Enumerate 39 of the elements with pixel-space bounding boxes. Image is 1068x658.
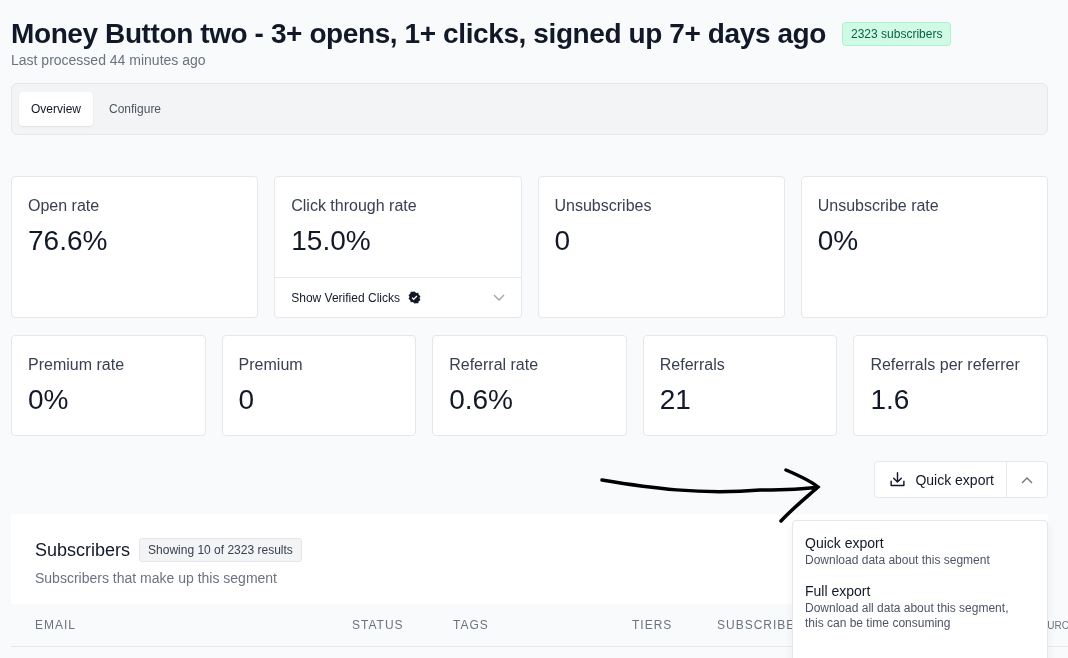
chevron-up-icon [1021,475,1033,484]
stat-label: Unsubscribe rate [817,197,940,215]
results-count-badge: Showing 10 of 2323 results [139,538,302,562]
export-option[interactable]: Full export Download all data about this segment, this can be time consuming [805,582,1035,632]
verified-check-icon [407,291,421,304]
stat-value: 0 [238,384,256,416]
column-header: SUBSCRIBE [717,618,796,632]
stat-value: 76.6% [28,225,109,257]
verified-clicks-toggle[interactable]: Show Verified Clicks [275,277,521,317]
stat-label: Referral rate [449,356,540,374]
page-title: Money Button two - 3+ opens, 1+ clicks, signed up 7+ days ago [11,18,826,50]
chevron-down-icon [492,293,505,302]
column-header: TAGS [453,618,490,632]
stat-value: 0.6% [449,384,514,416]
download-icon [889,471,907,488]
last-processed-text: Last processed 44 minutes ago [11,52,207,68]
column-header: URC [1047,619,1068,631]
stat-value: 0% [28,384,70,416]
stat-label: Referrals [659,356,726,374]
column-header: TIERS [632,618,674,632]
column-header: STATUS [352,618,405,632]
stat-value: 0 [554,225,572,257]
section-description: Subscribers that make up this segment [35,570,278,586]
section-title: Subscribers [35,539,131,561]
stat-value: 15.0% [291,225,372,257]
stat-label: Premium rate [28,356,126,374]
stat-value: 1.6 [870,384,911,416]
tab[interactable]: Configure [97,92,174,126]
stat-label: Referrals per referrer [870,356,1021,374]
column-header: EMAIL [35,618,77,632]
stat-label: Open rate [28,197,101,215]
stat-label: Unsubscribes [554,197,653,215]
stat-value: 0% [817,225,860,257]
stat-label: Premium [238,356,304,374]
stat-label: Click through rate [291,197,418,215]
tab[interactable]: Overview [19,92,93,126]
subscriber-count-badge: 2323 subscribers [842,22,952,46]
stat-value: 21 [659,384,692,416]
export-option[interactable]: Quick export Download data about this segment [805,535,1035,569]
